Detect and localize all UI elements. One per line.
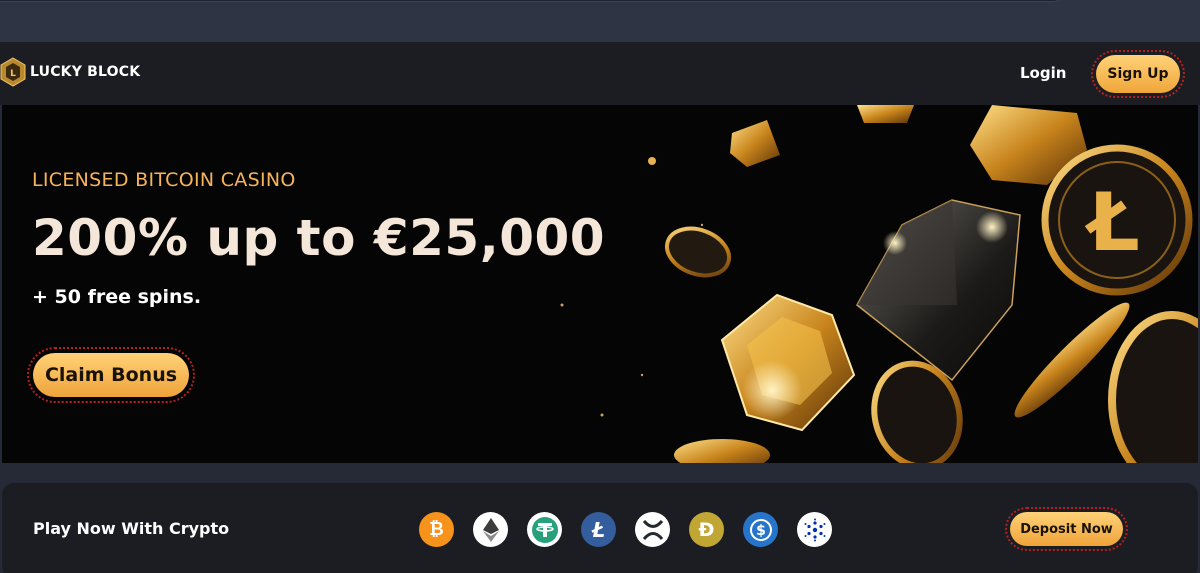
tether-icon [527,512,562,547]
svg-text:$: $ [756,523,766,539]
claim-bonus-button[interactable]: Claim Bonus [27,347,195,403]
site-header: L LUCKY BLOCK Login Sign Up [0,42,1200,105]
usd-coin-icon: $ [743,512,778,547]
lucky-block-logo-icon: L [0,57,26,87]
hero-subtitle: + 50 free spins. [32,286,202,308]
deposit-now-label: Deposit Now [1010,512,1123,546]
svg-text:L: L [10,69,16,79]
browser-address-bar[interactable] [0,0,1065,2]
crypto-bar-title: Play Now With Crypto [33,519,230,538]
signup-button-label: Sign Up [1096,55,1180,93]
signup-button[interactable]: Sign Up [1091,50,1185,98]
cardano-icon [797,512,832,547]
crypto-payment-bar: Play Now With Crypto ₿ Ł Ð $ Deposit Now [2,483,1198,573]
deposit-now-button[interactable]: Deposit Now [1005,507,1128,551]
litecoin-icon: Ł [581,512,616,547]
dogecoin-icon: Ð [689,512,724,547]
site-logo[interactable]: L LUCKY BLOCK [0,57,140,87]
hero-title: 200% up to €25,000 [32,209,606,267]
claim-bonus-label: Claim Bonus [33,353,189,397]
hero-banner: Ł LICENSED BITCOIN CASINO 200% up to €25… [2,105,1198,463]
hero-eyebrow: LICENSED BITCOIN CASINO [32,169,296,191]
svg-text:Ł: Ł [1084,176,1139,269]
hero-crypto-gems-artwork: Ł [560,105,1198,463]
login-link[interactable]: Login [1020,64,1066,82]
ethereum-icon [473,512,508,547]
browser-top-strip [0,0,1200,42]
bitcoin-icon: ₿ [419,512,454,547]
xrp-icon [635,512,670,547]
crypto-coin-list: ₿ Ł Ð $ [419,512,832,547]
logo-text: LUCKY BLOCK [30,64,141,80]
